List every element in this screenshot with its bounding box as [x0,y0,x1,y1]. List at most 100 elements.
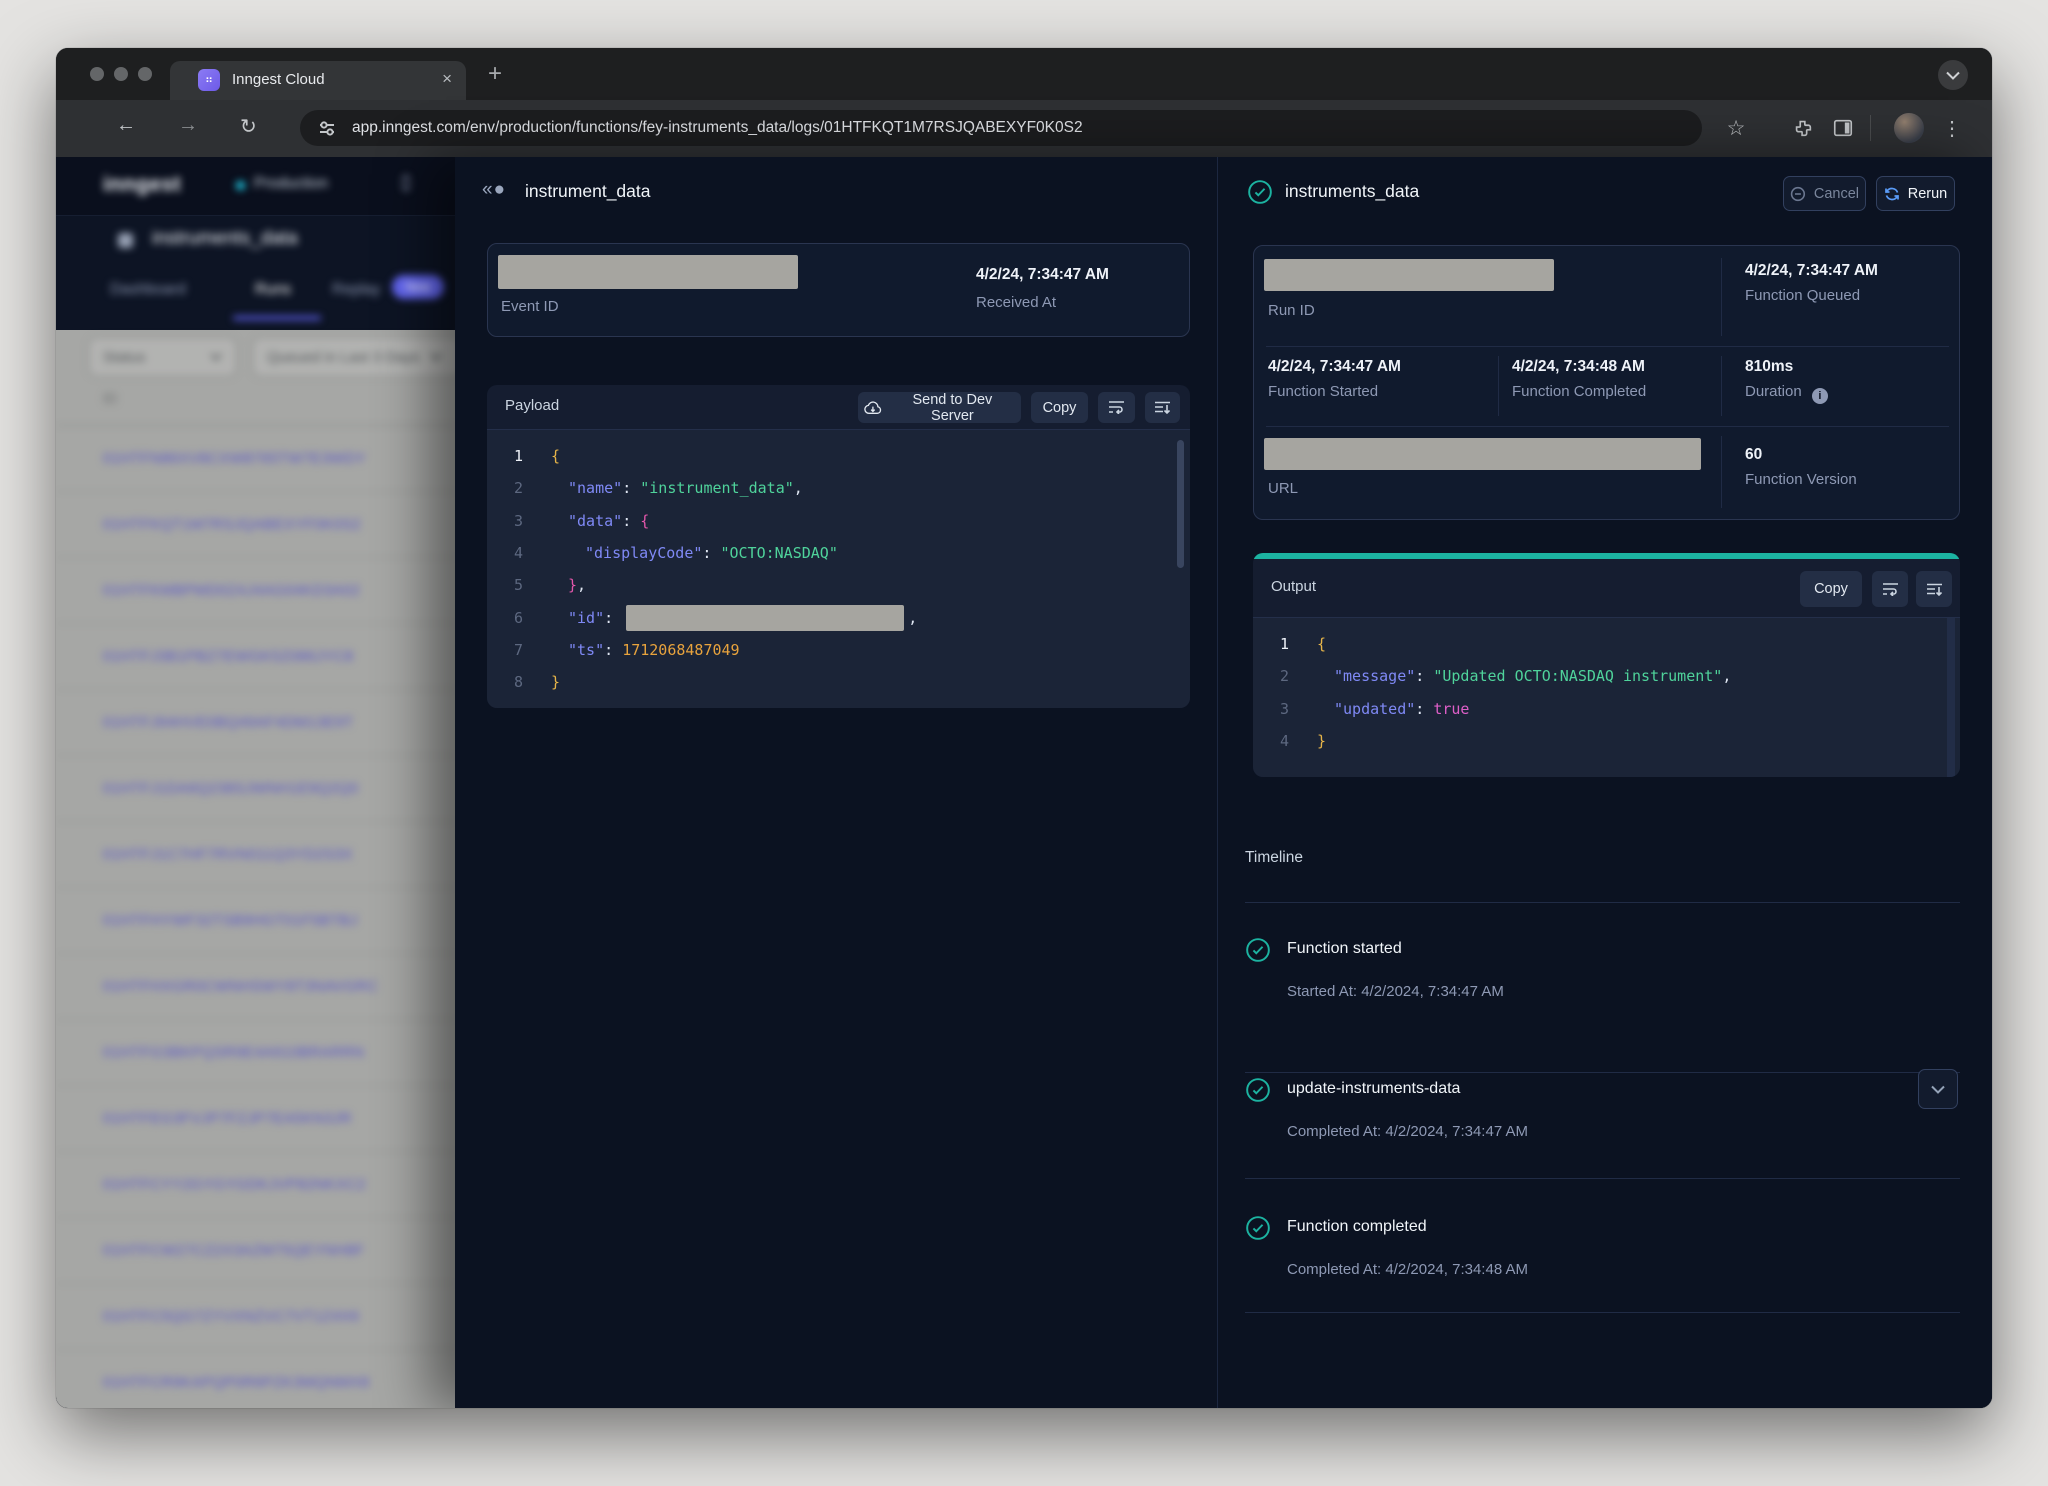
tab-replay[interactable]: Replay [332,281,380,299]
run-id-link[interactable]: 01HTFJ3B1PBZ7EWGK5Z086JYC8 [56,624,455,690]
received-at-label: Received At [976,294,1056,311]
back-icon[interactable]: ← [116,114,136,137]
browser-tab[interactable]: ⠶ Inngest Cloud × [170,61,466,100]
run-id-link[interactable]: 01HTFEG3FVJP7FZJP7EA5KN3JR [56,1086,455,1152]
output-title: Output [1271,578,1316,595]
run-id-link[interactable]: 01HTFJ1C7HF7RVN011Q3YD2S3X [56,822,455,888]
traffic-light-close[interactable] [90,67,104,81]
inngest-favicon: ⠶ [198,69,220,91]
browser-toolbar: ← → ↻ app.inngest.com/env/production/fun… [56,100,1992,157]
run-details-card: Run ID 4/2/24, 7:34:47 AM Function Queue… [1253,245,1960,520]
run-id-link[interactable]: 01HTFHYWF32TSB9HGT01F5BTBJ [56,888,455,954]
code-line: 3"updated": true [1253,693,1960,725]
side-panel-icon[interactable] [1832,117,1854,139]
chevron-down-icon [1946,71,1960,80]
url-label: URL [1268,480,1298,497]
payload-scrollbar-thumb[interactable] [1177,440,1184,568]
run-id-link[interactable]: 01HTFCR9KAPQP0R6PZK3MQNMX8 [56,1350,455,1408]
expand-lines-icon [1926,583,1943,596]
card-divider [1266,346,1949,347]
traffic-light-minimize[interactable] [114,67,128,81]
env-selector-caret-icon[interactable] [400,173,412,193]
started-value: 4/2/24, 7:34:47 AM [1268,358,1401,376]
inngest-logo[interactable]: inngest [103,173,181,197]
forward-icon[interactable]: → [178,114,198,137]
timeline-expand-button[interactable] [1918,1069,1958,1109]
run-id-link[interactable]: 01HTFCYY2GYGYGDKJVP82NKXC2 [56,1152,455,1218]
function-completed-cell: 4/2/24, 7:34:48 AM Function Completed [1512,358,1646,400]
env-selector[interactable]: Production [254,175,328,193]
payload-expand-button[interactable] [1145,392,1180,423]
event-title: instrument_data [525,181,651,202]
output-code: 1{2"message": "Updated OCTO:NASDAQ instr… [1253,618,1960,777]
reload-icon[interactable]: ↻ [240,114,257,139]
run-id-link[interactable]: 01HTFKQT1M7RSJQABEXYF0K0S2 [56,492,455,558]
code-line: 8} [487,666,1190,698]
time-range-filter[interactable]: Queued in Last 3 Days [252,337,462,377]
browser-menu-dots-icon[interactable]: ⋮ [1940,116,1964,140]
timeline-item-subtitle: Started At: 4/2/2024, 7:34:47 AM [1287,983,1504,1000]
tab-close-icon[interactable]: × [442,69,452,89]
function-title: instruments_data [152,228,298,250]
id-column-header: ID [103,390,117,406]
runs-table-region: Status Queued in Last 3 Days ID 01HTFN86… [56,330,455,1408]
rerun-button[interactable]: Rerun [1876,176,1955,211]
info-icon[interactable]: i [1812,388,1828,404]
version-label: Function Version [1745,471,1857,488]
extensions-puzzle-icon[interactable] [1792,117,1814,139]
payload-copy-button[interactable]: Copy [1031,392,1088,423]
code-line: 4"displayCode": "OCTO:NASDAQ" [487,537,1190,569]
payload-title: Payload [505,397,559,414]
cancel-button[interactable]: Cancel [1783,176,1866,211]
url-redacted [1264,438,1701,470]
tab-runs[interactable]: Runs [255,281,291,299]
payload-header: Payload Send to Dev Server Copy [487,385,1190,430]
status-filter[interactable]: Status [88,337,237,377]
payload-code: 1{2"name": "instrument_data",3"data": {4… [487,430,1190,708]
timeline-divider [1245,1178,1960,1179]
event-id-label: Event ID [501,298,559,315]
run-id-link[interactable]: 01HTFN86XV8CXW8765TW7E3WDY [56,426,455,492]
output-wrap-button[interactable] [1872,571,1908,607]
code-line: 3"data": { [487,505,1190,537]
tab-search-chevron[interactable] [1938,60,1968,90]
run-id-link[interactable]: 01HTFC5QG7ZYVXNZVC7VT1Z4X6 [56,1284,455,1350]
word-wrap-icon [1882,583,1899,596]
run-id-link[interactable]: 01HTFHXGR0CWNHSWY8T3NAVGRC [56,954,455,1020]
run-id-link[interactable]: 01HTFJ94HVE0BQ49AF4DM13E9T [56,690,455,756]
sidebar-header: inngest Production instruments_data Dash… [56,157,455,330]
run-id-link[interactable]: 01HTFCW27CZ2X3AZM75QEYNH8F [56,1218,455,1284]
time-range-filter-label: Queued in Last 3 Days [267,349,420,366]
run-id-link[interactable]: 01HTFKMBPMD0ZAJ4AG04KD3A02 [56,558,455,624]
run-title: instruments_data [1285,181,1419,202]
redacted-value [626,605,904,631]
output-expand-button[interactable] [1916,571,1952,607]
cancel-label: Cancel [1814,186,1859,202]
tab-dashboard[interactable]: Dashboard [110,281,186,299]
timeline-item-title: update-instruments-data [1287,1080,1460,1098]
new-tab-button[interactable]: + [488,60,502,88]
run-id-link[interactable]: 01HTFJ1DA6Q238SJWNH1E9Q2Q0 [56,756,455,822]
profile-avatar[interactable] [1894,113,1924,143]
payload-wrap-button[interactable] [1098,392,1135,423]
traffic-light-zoom[interactable] [138,67,152,81]
received-at-value: 4/2/24, 7:34:47 AM [976,266,1109,284]
output-copy-button[interactable]: Copy [1800,571,1862,607]
code-line: 2"name": "instrument_data", [487,472,1190,504]
word-wrap-icon [1108,401,1125,414]
check-circle-icon [1245,1215,1271,1241]
url-bar[interactable]: app.inngest.com/env/production/functions… [300,110,1702,146]
send-to-dev-server-button[interactable]: Send to Dev Server [858,392,1021,423]
site-settings-icon[interactable] [316,117,338,139]
card-divider [1721,356,1722,416]
duration-cell: 810ms Duration i [1745,358,1828,404]
page-content: inngest Production instruments_data Dash… [56,157,1992,1408]
bookmark-star-icon[interactable]: ☆ [1724,116,1748,140]
status-filter-label: Status [103,349,146,366]
output-scrollbar-track[interactable] [1947,618,1955,777]
run-id-link[interactable]: 01HTFG3BKPQSR9E4A910BRARRN [56,1020,455,1086]
code-line: 1{ [1253,628,1960,660]
chevron-down-icon [1931,1085,1945,1094]
queued-value: 4/2/24, 7:34:47 AM [1745,262,1878,280]
cancel-circle-icon [1790,186,1806,202]
